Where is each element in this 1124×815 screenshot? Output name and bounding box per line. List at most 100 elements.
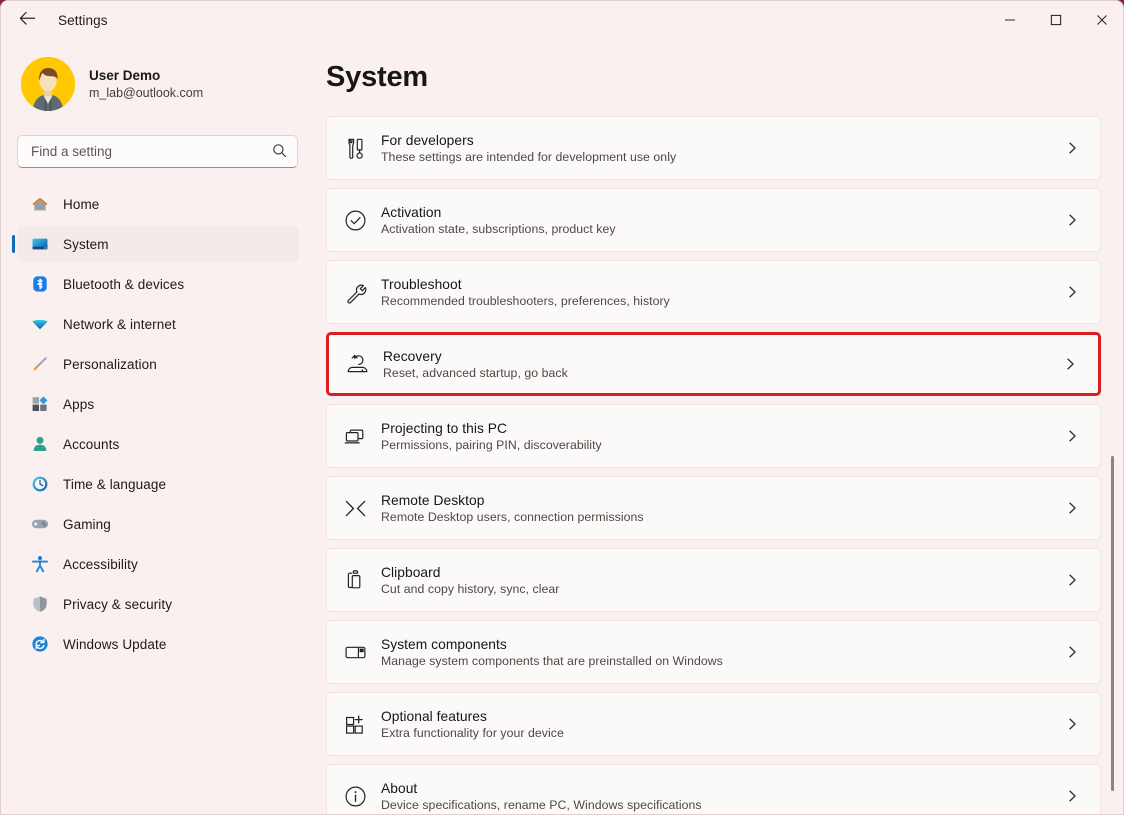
card-text: Activation Activation state, subscriptio… <box>381 205 616 236</box>
sidebar-item-label: Windows Update <box>63 637 166 652</box>
bluetooth-icon <box>31 275 49 293</box>
chevron-right-icon[interactable] <box>1066 286 1079 299</box>
chevron-right-icon[interactable] <box>1066 646 1079 659</box>
card-subtitle: Reset, advanced startup, go back <box>383 366 568 380</box>
recovery-icon <box>345 352 369 376</box>
settings-card-clipboard[interactable]: Clipboard Cut and copy history, sync, cl… <box>326 548 1101 612</box>
search-icon <box>272 143 287 161</box>
optional-features-icon <box>343 712 367 736</box>
settings-card-troubleshoot[interactable]: Troubleshoot Recommended troubleshooters… <box>326 260 1101 324</box>
sidebar-item-home[interactable]: Home <box>17 186 299 222</box>
card-subtitle: Activation state, subscriptions, product… <box>381 222 616 236</box>
settings-card-recovery[interactable]: Recovery Reset, advanced startup, go bac… <box>326 332 1101 396</box>
check-circle-icon <box>343 208 367 232</box>
nav-list: Home System <box>1 186 315 662</box>
back-button[interactable] <box>10 5 44 35</box>
settings-card-list: For developers These settings are intend… <box>315 116 1124 815</box>
card-subtitle: Permissions, pairing PIN, discoverabilit… <box>381 438 602 452</box>
card-title: Recovery <box>383 349 568 364</box>
search-box[interactable] <box>17 135 298 168</box>
card-subtitle: Extra functionality for your device <box>381 726 564 740</box>
chevron-right-icon[interactable] <box>1066 574 1079 587</box>
settings-card-remote-desktop[interactable]: Remote Desktop Remote Desktop users, con… <box>326 476 1101 540</box>
sidebar-item-gaming[interactable]: Gaming <box>17 506 299 542</box>
card-text: Optional features Extra functionality fo… <box>381 709 564 740</box>
card-title: Troubleshoot <box>381 277 670 292</box>
settings-window: Settings <box>0 0 1124 815</box>
sidebar-item-network-internet[interactable]: Network & internet <box>17 306 299 342</box>
card-title: System components <box>381 637 723 652</box>
card-subtitle: Recommended troubleshooters, preferences… <box>381 294 670 308</box>
card-subtitle: Manage system components that are preins… <box>381 654 723 668</box>
page-title: System <box>326 61 1124 94</box>
remote-desktop-icon <box>343 496 367 520</box>
sidebar-item-label: Personalization <box>63 357 157 372</box>
sidebar-item-label: Accessibility <box>63 557 138 572</box>
vertical-scrollbar[interactable] <box>1109 39 1117 815</box>
close-button[interactable] <box>1079 1 1124 39</box>
card-text: System components Manage system componen… <box>381 637 723 668</box>
chevron-right-icon[interactable] <box>1064 358 1077 371</box>
components-icon <box>343 640 367 664</box>
caption-buttons <box>987 1 1124 39</box>
chevron-right-icon[interactable] <box>1066 430 1079 443</box>
sidebar-item-time-language[interactable]: Time & language <box>17 466 299 502</box>
info-icon <box>343 784 367 808</box>
search-input[interactable] <box>31 144 272 159</box>
avatar <box>21 57 75 111</box>
sidebar-item-label: Privacy & security <box>63 597 172 612</box>
sidebar-item-label: Network & internet <box>63 317 176 332</box>
sidebar-item-label: System <box>63 237 109 252</box>
sidebar-item-apps[interactable]: Apps <box>17 386 299 422</box>
card-text: Recovery Reset, advanced startup, go bac… <box>383 349 568 380</box>
arrow-left-icon <box>19 11 36 29</box>
settings-card-for-developers[interactable]: For developers These settings are intend… <box>326 116 1101 180</box>
card-title: Activation <box>381 205 616 220</box>
settings-card-projecting-to-this-pc[interactable]: Projecting to this PC Permissions, pairi… <box>326 404 1101 468</box>
settings-card-activation[interactable]: Activation Activation state, subscriptio… <box>326 188 1101 252</box>
sidebar-item-accounts[interactable]: Accounts <box>17 426 299 462</box>
title-bar: Settings <box>1 1 1124 39</box>
minimize-button[interactable] <box>987 1 1033 39</box>
profile-email: m_lab@outlook.com <box>89 86 203 100</box>
card-text: About Device specifications, rename PC, … <box>381 781 702 812</box>
settings-card-about[interactable]: About Device specifications, rename PC, … <box>326 764 1101 815</box>
sidebar-item-label: Accounts <box>63 437 119 452</box>
sidebar-item-bluetooth-devices[interactable]: Bluetooth & devices <box>17 266 299 302</box>
projecting-icon <box>343 424 367 448</box>
card-text: Remote Desktop Remote Desktop users, con… <box>381 493 644 524</box>
sidebar-item-privacy-security[interactable]: Privacy & security <box>17 586 299 622</box>
chevron-right-icon[interactable] <box>1066 214 1079 227</box>
scrollbar-thumb[interactable] <box>1111 456 1114 791</box>
sidebar-item-label: Apps <box>63 397 94 412</box>
chevron-right-icon[interactable] <box>1066 142 1079 155</box>
sidebar-item-accessibility[interactable]: Accessibility <box>17 546 299 582</box>
sidebar-item-windows-update[interactable]: Windows Update <box>17 626 299 662</box>
sidebar-item-label: Home <box>63 197 99 212</box>
sidebar-item-system[interactable]: System <box>17 226 299 262</box>
card-text: For developers These settings are intend… <box>381 133 676 164</box>
card-subtitle: Cut and copy history, sync, clear <box>381 582 559 596</box>
chevron-right-icon[interactable] <box>1066 502 1079 515</box>
system-icon <box>31 235 49 253</box>
gamepad-icon <box>31 515 49 533</box>
apps-icon <box>31 395 49 413</box>
sidebar: User Demo m_lab@outlook.com <box>1 39 315 815</box>
chevron-right-icon[interactable] <box>1066 718 1079 731</box>
chevron-right-icon[interactable] <box>1066 790 1079 803</box>
settings-card-optional-features[interactable]: Optional features Extra functionality fo… <box>326 692 1101 756</box>
main-content: System For developers These settings are… <box>315 39 1124 815</box>
card-subtitle: These settings are intended for developm… <box>381 150 676 164</box>
user-avatar-icon <box>21 57 75 111</box>
home-icon <box>31 195 49 213</box>
maximize-button[interactable] <box>1033 1 1079 39</box>
card-title: Remote Desktop <box>381 493 644 508</box>
network-icon <box>31 315 49 333</box>
brush-icon <box>31 355 49 373</box>
settings-card-system-components[interactable]: System components Manage system componen… <box>326 620 1101 684</box>
card-text: Clipboard Cut and copy history, sync, cl… <box>381 565 559 596</box>
profile-block[interactable]: User Demo m_lab@outlook.com <box>21 57 315 111</box>
profile-text: User Demo m_lab@outlook.com <box>89 68 203 100</box>
sidebar-item-personalization[interactable]: Personalization <box>17 346 299 382</box>
card-text: Troubleshoot Recommended troubleshooters… <box>381 277 670 308</box>
